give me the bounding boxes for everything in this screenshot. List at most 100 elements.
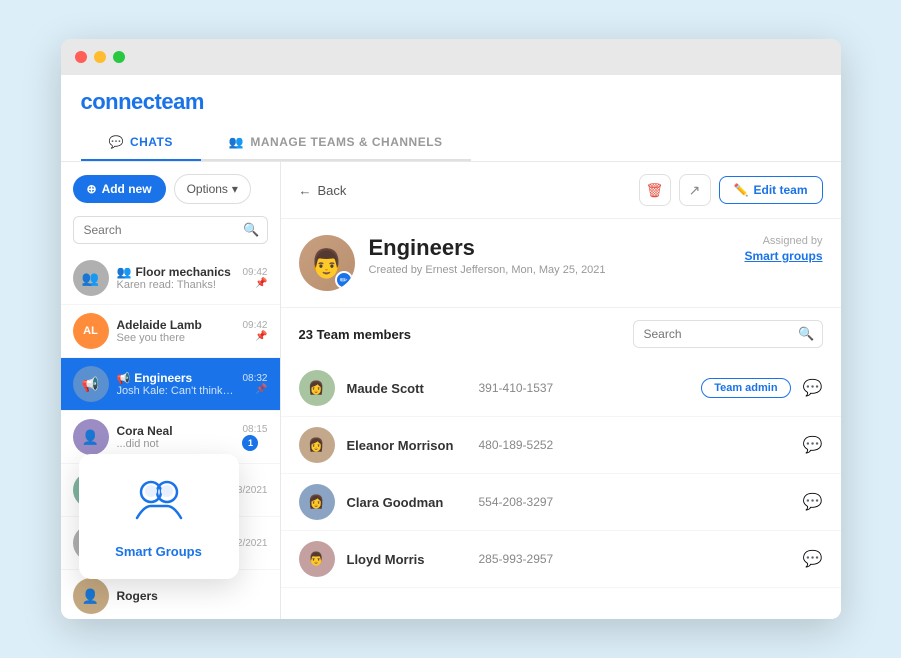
member-name: Lloyd Morris [347,552,467,567]
chat-name: Rogers [117,589,260,603]
smart-groups-card: Smart Groups [79,454,239,579]
team-name: Engineers [369,235,731,261]
manage-tab-icon: 👥 [229,135,244,149]
chat-preview: Karen read: Thanks! [117,279,235,291]
member-list: 👩 Maude Scott 391-410-1537 Team admin 💬 … [281,360,841,619]
plus-icon: ⊕ [87,182,97,196]
options-button[interactable]: Options ▾ [174,174,251,204]
chat-meta: 09:42 📌 [242,267,267,289]
chat-info: 📢 Engineers Josh Kale: Can't think of an… [117,371,235,397]
pin-icon: 📌 [242,331,267,342]
add-new-button[interactable]: ⊕ Add new [73,175,166,203]
back-button[interactable]: ← Back [299,183,347,198]
member-item-eleanor: 👩 Eleanor Morrison 480-189-5252 💬 [281,417,841,474]
browser-window: connecteam 💬 CHATS 👥 MANAGE TEAMS & CHAN… [61,39,841,619]
team-avatar-badge: ✏ [335,271,353,289]
search-icon: 🔍 [243,222,259,238]
megaphone-icon: 📢 [117,372,131,385]
smart-groups-link[interactable]: Smart groups [744,249,822,263]
logo-text: connecteam [81,89,204,115]
team-avatar: 👨 ✏ [299,235,355,291]
maximize-dot[interactable] [113,51,125,63]
member-phone: 391-410-1537 [479,381,690,395]
chat-item-engineers[interactable]: 📢 📢 Engineers Josh Kale: Can't think of … [61,358,280,411]
member-phone: 554-208-3297 [479,495,791,509]
chat-info: Cora Neal ...did not [117,424,235,450]
app-logo: connecteam [81,89,821,115]
avatar: 👩 [299,484,335,520]
chat-time: 09:42 [242,320,267,331]
assigned-label: Assigned by [744,235,822,247]
chats-tab-icon: 💬 [109,135,124,149]
team-admin-badge: Team admin [701,378,790,398]
chat-preview: See you there [117,332,235,344]
avatar: 👩 [299,370,335,406]
chat-preview: Josh Kale: Can't think of any [117,385,235,397]
chat-meta: 08:15 1 [242,424,267,451]
avatar: 👤 [73,578,109,614]
members-search-input[interactable] [633,320,823,348]
chat-item-adelaide[interactable]: AL Adelaide Lamb See you there 09:42 📌 [61,305,280,358]
close-dot[interactable] [75,51,87,63]
back-arrow-icon: ← [299,183,312,198]
chat-icon[interactable]: 💬 [803,492,823,512]
member-item-lloyd: 👨 Lloyd Morris 285-993-2957 💬 [281,531,841,588]
chat-icon[interactable]: 💬 [803,378,823,398]
sidebar-toolbar: ⊕ Add new Options ▾ [61,162,280,216]
chat-name: 👥 Floor mechanics [117,265,235,279]
pin-icon: 📌 [242,278,267,289]
search-icon: 🔍 [798,326,814,342]
members-header: 23 Team members 🔍 [281,308,841,360]
team-details: Engineers Created by Ernest Jefferson, M… [369,235,731,276]
tab-chats[interactable]: 💬 CHATS [81,125,201,161]
main-content: ← Back 🗑 ↗ ✏️ Edit team [281,162,841,619]
unread-badge: 1 [242,435,258,451]
member-phone: 480-189-5252 [479,438,791,452]
assigned-section: Assigned by Smart groups [744,235,822,263]
app-tabs: 💬 CHATS 👥 MANAGE TEAMS & CHANNELS [81,125,821,161]
member-name: Maude Scott [347,381,467,396]
members-search-container: 🔍 [633,320,823,348]
chevron-down-icon: ▾ [232,182,238,196]
app-container: connecteam 💬 CHATS 👥 MANAGE TEAMS & CHAN… [61,75,841,619]
member-item-maude: 👩 Maude Scott 391-410-1537 Team admin 💬 [281,360,841,417]
chat-icon[interactable]: 💬 [803,435,823,455]
team-created: Created by Ernest Jefferson, Mon, May 25… [369,264,731,276]
browser-titlebar [61,39,841,75]
avatar: 👩 [299,427,335,463]
chat-info: Adelaide Lamb See you there [117,318,235,344]
smart-groups-icon [129,474,189,534]
smart-groups-label: Smart Groups [115,544,202,559]
delete-button[interactable]: 🗑 [639,174,671,206]
chat-preview: ...did not [117,438,235,450]
avatar: 👥 [73,260,109,296]
export-button[interactable]: ↗ [679,174,711,206]
team-info-section: 👨 ✏ Engineers Created by Ernest Jefferso… [281,219,841,308]
chat-item-floor-mechanics[interactable]: 👥 👥 Floor mechanics Karen read: Thanks! … [61,252,280,305]
tab-manage-teams[interactable]: 👥 MANAGE TEAMS & CHANNELS [201,125,471,161]
member-name: Clara Goodman [347,495,467,510]
chat-icon[interactable]: 💬 [803,549,823,569]
main-header: ← Back 🗑 ↗ ✏️ Edit team [281,162,841,219]
chat-name: Cora Neal [117,424,235,438]
member-name: Eleanor Morrison [347,438,467,453]
chat-info: 👥 Floor mechanics Karen read: Thanks! [117,265,235,291]
chat-name: 📢 Engineers [117,371,235,385]
chat-time: 09:42 [242,267,267,278]
members-count: 23 Team members [299,327,412,342]
chat-meta: 09:42 📌 [242,320,267,342]
chat-info: Rogers [117,589,260,603]
edit-team-button[interactable]: ✏️ Edit team [719,176,823,204]
member-item-clara: 👩 Clara Goodman 554-208-3297 💬 [281,474,841,531]
pin-icon: 📌 [242,384,267,395]
members-section: 23 Team members 🔍 👩 Maude Scott [281,308,841,619]
app-header: connecteam 💬 CHATS 👥 MANAGE TEAMS & CHAN… [61,75,841,162]
group-icon: 👥 [117,265,132,279]
minimize-dot[interactable] [94,51,106,63]
member-phone: 285-993-2957 [479,552,791,566]
sidebar-search-input[interactable] [73,216,268,244]
chat-time: 08:32 [242,373,267,384]
edit-icon: ✏️ [734,183,749,197]
header-actions: 🗑 ↗ ✏️ Edit team [639,174,823,206]
chat-name: Adelaide Lamb [117,318,235,332]
